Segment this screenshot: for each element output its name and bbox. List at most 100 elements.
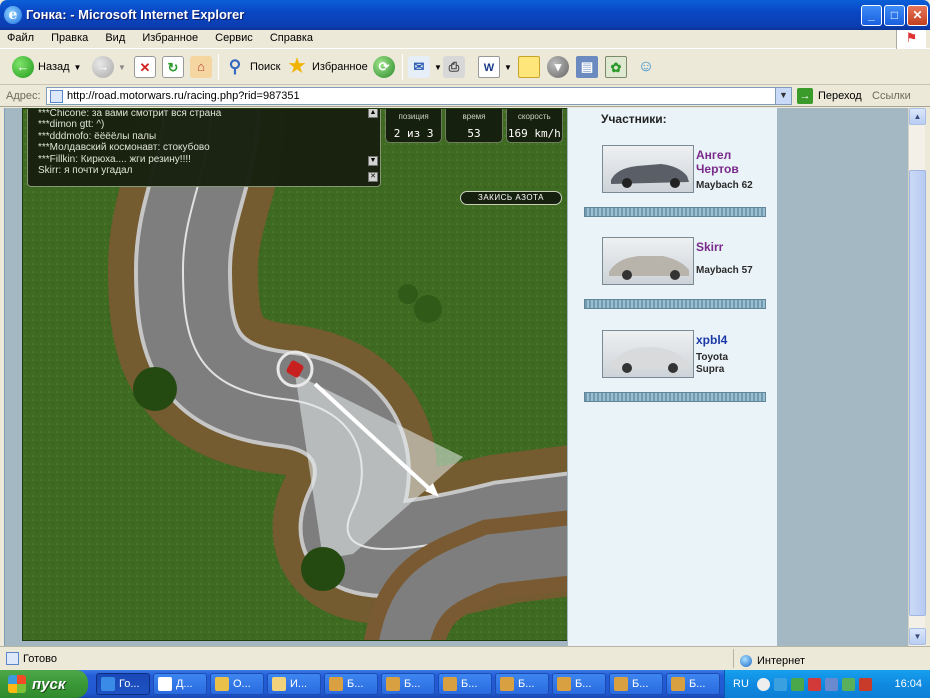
nitro-button[interactable]: ЗАКИСЬ АЗОТА (460, 191, 562, 205)
tray-sound-icon[interactable] (841, 677, 855, 691)
chat-scroll-down-icon[interactable]: ▼ (368, 156, 378, 166)
address-label: Адрес: (6, 90, 41, 102)
scroll-down-icon[interactable]: ▼ (909, 628, 926, 645)
links-label[interactable]: Ссылки (872, 90, 911, 102)
task-label: Б... (689, 678, 706, 690)
stop-button[interactable]: ✕ (134, 54, 156, 80)
participant-name-line1: Ангел (696, 148, 732, 162)
forward-dropdown-icon[interactable]: ▼ (118, 63, 126, 72)
task-word[interactable]: Д... (153, 673, 207, 695)
status-bar: Готово Интернет (0, 646, 930, 670)
chat-line: ***dddmofo: ëëëëлы палы (38, 130, 157, 142)
participant-card[interactable]: Skirr Maybach 57 (584, 237, 766, 317)
participants-panel: Участники: Ангел Чертов Maybach 62 Skirr … (567, 108, 777, 646)
speed-panel: скорость 169 km/h (505, 109, 563, 143)
task-folder[interactable]: И... (267, 673, 321, 695)
task-browser[interactable]: Б... (438, 673, 492, 695)
menu-edit[interactable]: Правка (44, 30, 95, 44)
menu-view[interactable]: Вид (98, 30, 132, 44)
tray-arrow-icon[interactable] (756, 677, 770, 691)
ie-icon (101, 677, 115, 691)
home-button[interactable]: ⌂ (190, 54, 212, 80)
icq-button[interactable]: ✿ (605, 54, 627, 80)
tray-network-icon[interactable] (773, 677, 787, 691)
messenger-button[interactable]: ☺ (635, 54, 657, 80)
address-dropdown-icon[interactable]: ▼ (775, 88, 791, 104)
mail-button[interactable]: ✉ ▼ (408, 54, 442, 80)
task-browser[interactable]: Б... (381, 673, 435, 695)
forward-button[interactable]: → ▼ (92, 54, 126, 80)
progress-bar (584, 207, 766, 217)
bat-icon (614, 677, 628, 691)
task-browser[interactable]: Б... (666, 673, 720, 695)
speed-label: скорость (517, 112, 551, 121)
task-ie[interactable]: Го... (96, 673, 150, 695)
time-label: время (462, 112, 486, 121)
vertical-scrollbar[interactable]: ▲ ▼ (908, 108, 926, 646)
participant-card[interactable]: Ангел Чертов Maybach 62 (584, 145, 766, 225)
print-button[interactable]: ⎙ (443, 54, 465, 80)
menu-favorites[interactable]: Избранное (135, 30, 205, 44)
go-arrow-icon: → (797, 88, 813, 104)
discuss-button[interactable] (518, 54, 540, 80)
tray-shield-icon[interactable] (858, 677, 872, 691)
address-input[interactable]: http://road.motorwars.ru/racing.php?rid=… (46, 87, 792, 105)
zone-label: Интернет (757, 654, 805, 667)
bat-icon (557, 677, 571, 691)
menu-tools[interactable]: Сервис (208, 30, 260, 44)
start-label: пуск (32, 675, 66, 693)
speed-value: 169 km/h (507, 127, 561, 140)
track-map (23, 109, 567, 640)
menu-help[interactable]: Справка (263, 30, 320, 44)
address-url[interactable]: http://road.motorwars.ru/racing.php?rid=… (67, 90, 300, 102)
car-photo-image (609, 256, 689, 280)
task-outlook[interactable]: О... (210, 673, 264, 695)
tray-k-icon[interactable] (807, 677, 821, 691)
time-panel: время 53 (445, 109, 503, 143)
chat-line: ***dimon gtt: ^) (38, 119, 105, 131)
note-icon (518, 56, 540, 78)
globe-icon (740, 654, 752, 667)
clock[interactable]: 16:04 (894, 678, 922, 690)
favorites-button[interactable]: ★ Избранное (286, 54, 367, 80)
search-icon: ⚲ (228, 57, 242, 76)
language-indicator[interactable]: RU (733, 678, 749, 690)
edit-button[interactable]: W ▼ (478, 54, 512, 80)
scroll-up-icon[interactable]: ▲ (909, 108, 926, 125)
scroll-thumb[interactable] (909, 170, 926, 616)
back-button[interactable]: ← Назад ▼ (12, 54, 81, 80)
task-browser[interactable]: Б... (609, 673, 663, 695)
title-bar[interactable]: e Гонка: - Microsoft Internet Explorer _… (0, 0, 930, 30)
page-icon (50, 90, 63, 103)
shield-icon: ▾ (547, 56, 569, 78)
shield-toolbar-button[interactable]: ▾ (547, 54, 569, 80)
start-button[interactable]: пуск (0, 670, 88, 698)
back-dropdown-icon[interactable]: ▼ (74, 63, 82, 72)
refresh-button[interactable]: ↻ (162, 54, 184, 80)
task-browser[interactable]: Б... (495, 673, 549, 695)
menu-file[interactable]: Файл (0, 30, 41, 44)
mail-dropdown-icon[interactable]: ▼ (434, 63, 442, 72)
edit-dropdown-icon[interactable]: ▼ (504, 63, 512, 72)
search-button[interactable]: ⚲ Поиск (224, 54, 281, 80)
media-button[interactable]: ▤ (576, 54, 598, 80)
participant-name: Ангел Чертов (696, 148, 739, 176)
tray-monitor-icon[interactable] (824, 677, 838, 691)
participant-car: Maybach 57 (696, 265, 753, 276)
word-doc-icon (158, 677, 172, 691)
task-browser[interactable]: Б... (552, 673, 606, 695)
history-button[interactable]: ⟳ (373, 54, 395, 80)
race-track-view[interactable]: ***Chicone: за вами смотрит вся страна *… (22, 108, 568, 641)
participant-name: xpbl4 (696, 333, 728, 347)
participant-card[interactable]: xpbl4 Toyota Supra (584, 330, 766, 410)
task-browser[interactable]: Б... (324, 673, 378, 695)
maximize-button[interactable]: □ (884, 5, 905, 26)
go-button[interactable]: → Переход (797, 88, 862, 104)
tray-app-icon[interactable] (790, 677, 804, 691)
chat-scroll-up-icon[interactable]: ▲ (368, 109, 378, 118)
task-label: Б... (461, 678, 478, 690)
chat-panel[interactable]: ***Chicone: за вами смотрит вся страна *… (27, 109, 381, 187)
close-button[interactable]: ✕ (907, 5, 928, 26)
chat-close-icon[interactable]: ✕ (368, 172, 378, 182)
minimize-button[interactable]: _ (861, 5, 882, 26)
